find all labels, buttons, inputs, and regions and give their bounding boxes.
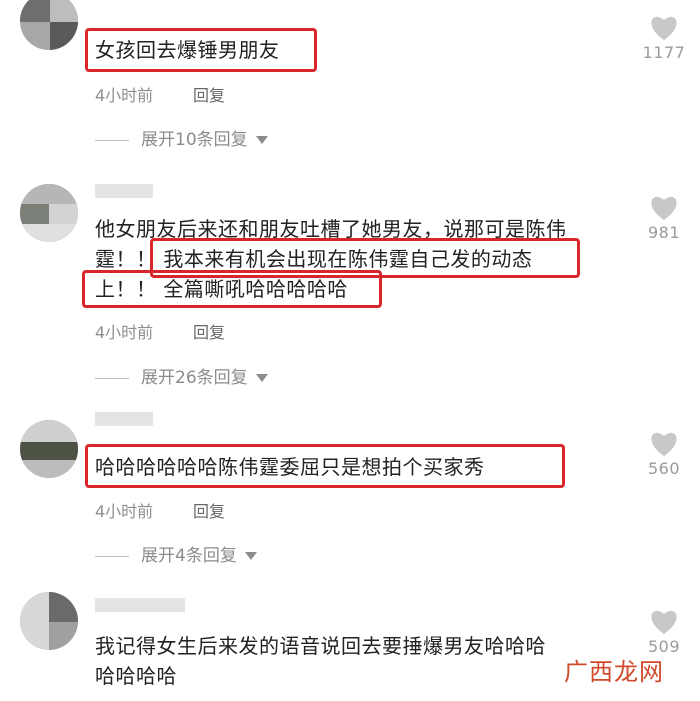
comment-meta: 4小时前 回复 [95, 501, 225, 523]
divider-line [95, 139, 129, 141]
like-count: 981 [647, 223, 681, 242]
timestamp: 4小时前 [95, 86, 154, 105]
comment-meta: 4小时前 回复 [95, 85, 225, 107]
watermark-logo: 广西龙网 [564, 658, 664, 686]
like-count: 1177 [642, 43, 686, 62]
expand-replies-label: 展开26条回复 [141, 368, 248, 388]
caret-down-icon [255, 374, 268, 382]
like-count: 560 [647, 459, 681, 478]
avatar[interactable] [20, 592, 78, 650]
username-blur [95, 598, 185, 612]
comment-line: 霆！！ 我本来有机会出现在陈伟霆自己发的动态 [95, 247, 533, 271]
comment-line: 他女朋友后来还和朋友吐槽了她男友，说那可是陈伟 [95, 217, 567, 241]
reply-button[interactable]: 回复 [193, 86, 225, 105]
caret-down-icon [255, 136, 268, 144]
comment-line: 哈哈哈哈 [95, 664, 177, 688]
like-button[interactable]: 981 [634, 194, 694, 242]
heart-icon [651, 610, 677, 634]
avatar[interactable] [20, 420, 78, 478]
avatar[interactable] [20, 184, 78, 242]
divider-line [95, 555, 129, 557]
comment-line: 哈哈哈哈哈哈陈伟霆委屈只是想拍个买家秀 [95, 455, 485, 479]
comment-line: 我记得女生后来发的语音说回去要捶爆男友哈哈哈 [95, 634, 546, 658]
timestamp: 4小时前 [95, 323, 154, 342]
reply-button[interactable]: 回复 [193, 502, 225, 521]
avatar[interactable] [20, 0, 78, 50]
heart-icon [651, 196, 677, 220]
comment-text: 哈哈哈哈哈哈陈伟霆委屈只是想拍个买家秀 [95, 453, 485, 481]
expand-replies-label: 展开10条回复 [141, 130, 248, 150]
like-button[interactable]: 1177 [634, 14, 694, 62]
expand-replies[interactable]: 展开26条回复 [95, 366, 268, 390]
expand-replies-label: 展开4条回复 [141, 546, 237, 566]
reply-button[interactable]: 回复 [193, 323, 225, 342]
like-button[interactable]: 509 [634, 608, 694, 656]
comment-text: 女孩回去爆锤男朋友 [95, 36, 280, 64]
comment-meta: 4小时前 回复 [95, 322, 225, 344]
expand-replies[interactable]: 展开4条回复 [95, 544, 257, 568]
timestamp: 4小时前 [95, 502, 154, 521]
like-button[interactable]: 560 [634, 430, 694, 478]
divider-line [95, 377, 129, 379]
comment-line: 女孩回去爆锤男朋友 [95, 38, 280, 62]
heart-icon [651, 16, 677, 40]
heart-icon [651, 432, 677, 456]
comment-text: 他女朋友后来还和朋友吐槽了她男友，说那可是陈伟 霆！！ 我本来有机会出现在陈伟霆… [95, 215, 567, 303]
username-blur [95, 184, 153, 198]
username-blur [95, 412, 153, 426]
comment-text: 我记得女生后来发的语音说回去要捶爆男友哈哈哈 哈哈哈哈 [95, 632, 546, 690]
comment-line: 上！！ 全篇嘶吼哈哈哈哈哈 [95, 277, 348, 301]
caret-down-icon [244, 552, 257, 560]
expand-replies[interactable]: 展开10条回复 [95, 128, 268, 152]
